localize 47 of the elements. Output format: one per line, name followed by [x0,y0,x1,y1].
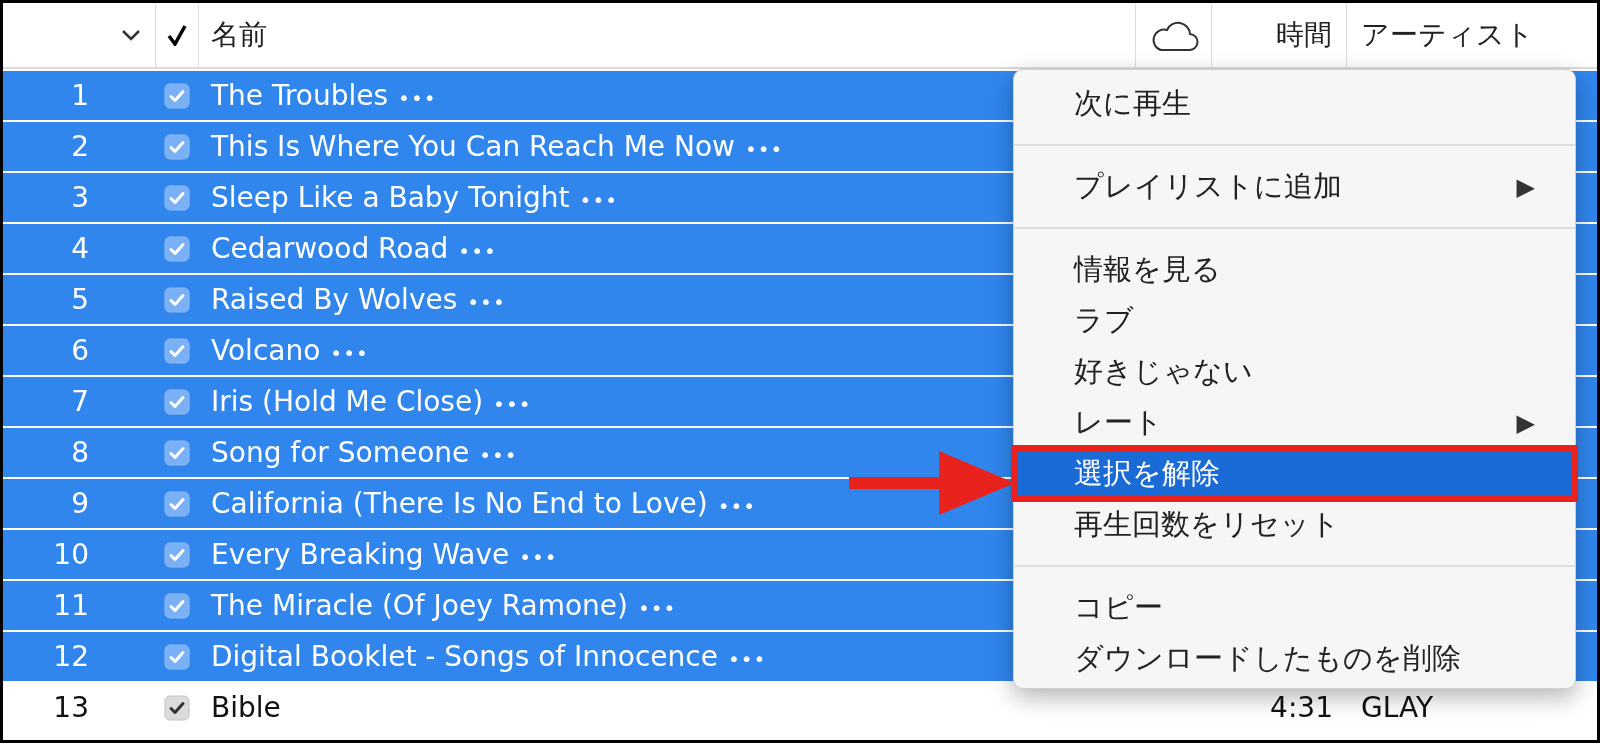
track-artist: GLAY [1360,691,1435,724]
track-number: 9 [71,487,90,520]
more-button[interactable]: ••• [744,137,784,161]
menu-item[interactable]: 選択を解除 [1014,448,1575,499]
track-number: 3 [71,181,90,214]
more-button[interactable]: ••• [398,86,437,110]
more-button[interactable]: ••• [467,290,506,314]
track-number: 10 [53,538,90,571]
more-button[interactable]: ••• [458,239,497,263]
track-number: 8 [71,436,90,469]
more-button[interactable]: ••• [479,443,518,467]
track-name: Bible [211,691,281,724]
more-button[interactable]: ••• [579,188,618,212]
menu-item[interactable]: コピー [1014,582,1575,633]
track-number: 7 [71,385,90,418]
more-button[interactable]: ••• [638,596,677,620]
column-header[interactable]: 時間 [1276,16,1332,54]
menu-item[interactable]: ダウンロードしたものを削除 [1014,633,1575,684]
track-number: 5 [71,283,90,316]
track-name: Volcano [211,334,321,367]
more-button[interactable]: ••• [330,341,369,365]
more-button[interactable]: ••• [493,392,532,416]
track-name: Raised By Wolves [211,283,458,316]
track-number: 1 [71,79,90,112]
track-number: 12 [53,640,90,673]
column-header[interactable]: 名前 [211,16,267,54]
track-name: Digital Booklet - Songs of Innocence [211,640,718,673]
more-button[interactable]: ••• [519,545,558,569]
track-name: Song for Someone [211,436,470,469]
track-name: Cedarwood Road [211,232,449,265]
track-name: Sleep Like a Baby Tonight [211,181,570,214]
track-name: This Is Where You Can Reach Me Now [211,130,735,163]
track-number: 6 [71,334,90,367]
more-button[interactable]: ••• [727,647,767,671]
submenu-arrow-icon: ▶ [1516,172,1535,201]
track-name: The Troubles [211,79,389,112]
track-number: 11 [53,589,90,622]
track-name: Every Breaking Wave [211,538,510,571]
track-name: The Miracle (Of Joey Ramone) [211,589,628,622]
track-name: California (There Is No End to Love) [211,487,708,520]
track-number: 13 [53,691,90,724]
more-button[interactable]: ••• [717,494,757,518]
track-time: 4:31 [1270,691,1334,724]
track-name: Iris (Hold Me Close) [211,385,484,418]
column-header[interactable]: アーティスト [1361,16,1534,54]
track-number: 2 [71,130,90,163]
track-number: 4 [71,232,90,265]
